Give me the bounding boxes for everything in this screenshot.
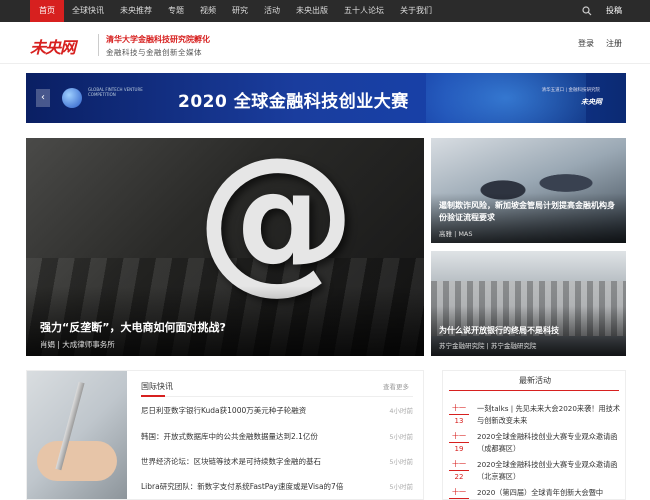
news-heading-rule: [141, 396, 413, 397]
banner-left-caption: GLOBAL FINTECH VENTURE COMPETITION: [88, 87, 143, 97]
event-date: 十一 22: [449, 459, 469, 483]
site-header: 未央网 清华大学金融科技研究院孵化 金融科技与金融创新全媒体 登录 注册: [0, 22, 650, 64]
news-heading: 国际快讯: [141, 382, 173, 391]
news-item[interactable]: 韩国：开放式数据库中的公共金融数据量达到2.1亿份 5小时前: [141, 431, 413, 442]
nav-item-forum[interactable]: 五十人论坛: [336, 0, 392, 22]
promo-banner[interactable]: ‹ GLOBAL FINTECH VENTURE COMPETITION 202…: [26, 73, 626, 123]
event-month: 十一: [449, 403, 469, 415]
hero-title[interactable]: 强力“反垄断”，大电商如何面对挑战?: [40, 319, 226, 335]
hero-meta: 肖娟 | 大成律师事务所: [40, 340, 115, 349]
latest-events-panel: 最新活动 十一 13 一刻talks | 先见未来大会2020来袭！用技术与创新…: [442, 370, 626, 500]
news-item-title[interactable]: 世界经济论坛：区块链等技术是可持续数字金融的基石: [141, 456, 321, 467]
news-item-title[interactable]: Libra研究团队：新数字支付系统FastPay速度或是Visa的7倍: [141, 481, 343, 492]
events-heading-rule: [449, 390, 619, 391]
news-item-time: 5小时前: [389, 483, 413, 491]
side-article-meta: 苏宁金融研究院 | 苏宁金融研究院: [439, 342, 537, 350]
banner-brand-logo: 未央网: [581, 98, 602, 106]
hand-image: [37, 441, 117, 481]
nav-item-research[interactable]: 研究: [224, 0, 256, 22]
nav-item-video[interactable]: 视频: [192, 0, 224, 22]
search-icon[interactable]: [582, 6, 592, 16]
events-heading: 最新活动: [519, 376, 551, 385]
nav-item-events[interactable]: 活动: [256, 0, 288, 22]
international-news-panel: 国际快讯 查看更多 尼日利亚数字银行Kuda获1000万美元种子轮融资 4小时前…: [26, 370, 424, 500]
site-logo[interactable]: 未央网: [30, 34, 76, 58]
event-title[interactable]: 一刻talks | 先见未来大会2020来袭！用技术与创新改变未来: [477, 403, 621, 427]
login-link[interactable]: 登录: [578, 38, 594, 49]
side-article-title[interactable]: 遏制欺诈风险，新加坡金管局计划提高金融机构身份验证流程要求: [439, 200, 621, 224]
side-article-title[interactable]: 为什么说开放银行的终局不是科技: [439, 325, 621, 337]
news-item-time: 5小时前: [389, 433, 413, 441]
event-day: 13: [454, 417, 464, 425]
banner-right-caption: 清华五道口 | 金融科技研究院: [541, 88, 600, 93]
event-title[interactable]: 2020全球金融科技创业大赛专业观众邀请函（北京赛区）: [477, 459, 621, 483]
event-day: 22: [454, 473, 464, 481]
news-item[interactable]: 尼日利亚数字银行Kuda获1000万美元种子轮融资 4小时前: [141, 405, 413, 416]
header-tagline-secondary: 金融科技与金融创新全媒体: [106, 48, 202, 57]
event-title[interactable]: 2020全球金融科技创业大赛专业观众邀请函（成都赛区）: [477, 431, 621, 455]
event-month: 十一: [449, 459, 469, 471]
hero-article[interactable]: @ 强力“反垄断”，大电商如何面对挑战? 肖娟 | 大成律师事务所: [26, 138, 424, 356]
news-item[interactable]: Libra研究团队：新数字支付系统FastPay速度或是Visa的7倍 5小时前: [141, 481, 413, 492]
event-month: 十一: [449, 431, 469, 443]
register-link[interactable]: 注册: [606, 38, 622, 49]
event-month: 十一: [449, 487, 469, 499]
banner-prev-arrow-icon[interactable]: ‹: [36, 89, 50, 107]
at-sign-image: @: [196, 138, 356, 309]
nav-item-publishing[interactable]: 未央出版: [288, 0, 336, 22]
top-nav-bar: 首页 全球快讯 未央推荐 专题 视频 研究 活动 未央出版 五十人论坛 关于我们…: [0, 0, 650, 22]
news-item-title[interactable]: 尼日利亚数字银行Kuda获1000万美元种子轮融资: [141, 405, 306, 416]
nav-item-global-news[interactable]: 全球快讯: [64, 0, 112, 22]
main-nav: 首页 全球快讯 未央推荐 专题 视频 研究 活动 未央出版 五十人论坛 关于我们: [30, 0, 440, 22]
event-day: 19: [454, 445, 464, 453]
event-date: 十一 13: [449, 403, 469, 427]
banner-title: 2020 全球金融科技创业大赛: [178, 92, 409, 112]
event-title[interactable]: 2020（第四届）全球青年创新大会暨中: [477, 487, 621, 499]
header-divider: [98, 34, 99, 56]
news-item-time: 5小时前: [389, 458, 413, 466]
nav-item-about[interactable]: 关于我们: [392, 0, 440, 22]
news-item-title[interactable]: 韩国：开放式数据库中的公共金融数据量达到2.1亿份: [141, 431, 318, 442]
submit-article-link[interactable]: 投稿: [606, 0, 622, 22]
nav-item-topics[interactable]: 专题: [160, 0, 192, 22]
news-thumbnail: [27, 371, 127, 499]
nav-item-recommended[interactable]: 未央推荐: [112, 0, 160, 22]
header-tagline-primary: 清华大学金融科技研究院孵化: [106, 35, 210, 44]
event-date: 十一 19: [449, 431, 469, 455]
news-more-link[interactable]: 查看更多: [383, 381, 409, 391]
news-item[interactable]: 世界经济论坛：区块链等技术是可持续数字金融的基石 5小时前: [141, 456, 413, 467]
banner-glow: [426, 73, 586, 123]
globe-icon: [62, 88, 82, 108]
news-item-time: 4小时前: [389, 407, 413, 415]
nav-item-home[interactable]: 首页: [30, 0, 64, 22]
side-article-meta: 高雅 | MAS: [439, 230, 473, 238]
side-article-card[interactable]: 遏制欺诈风险，新加坡金管局计划提高金融机构身份验证流程要求 高雅 | MAS: [431, 138, 626, 243]
news-heading-underline: [141, 395, 165, 397]
event-date: 十一: [449, 487, 469, 499]
side-article-card[interactable]: 为什么说开放银行的终局不是科技 苏宁金融研究院 | 苏宁金融研究院: [431, 251, 626, 356]
